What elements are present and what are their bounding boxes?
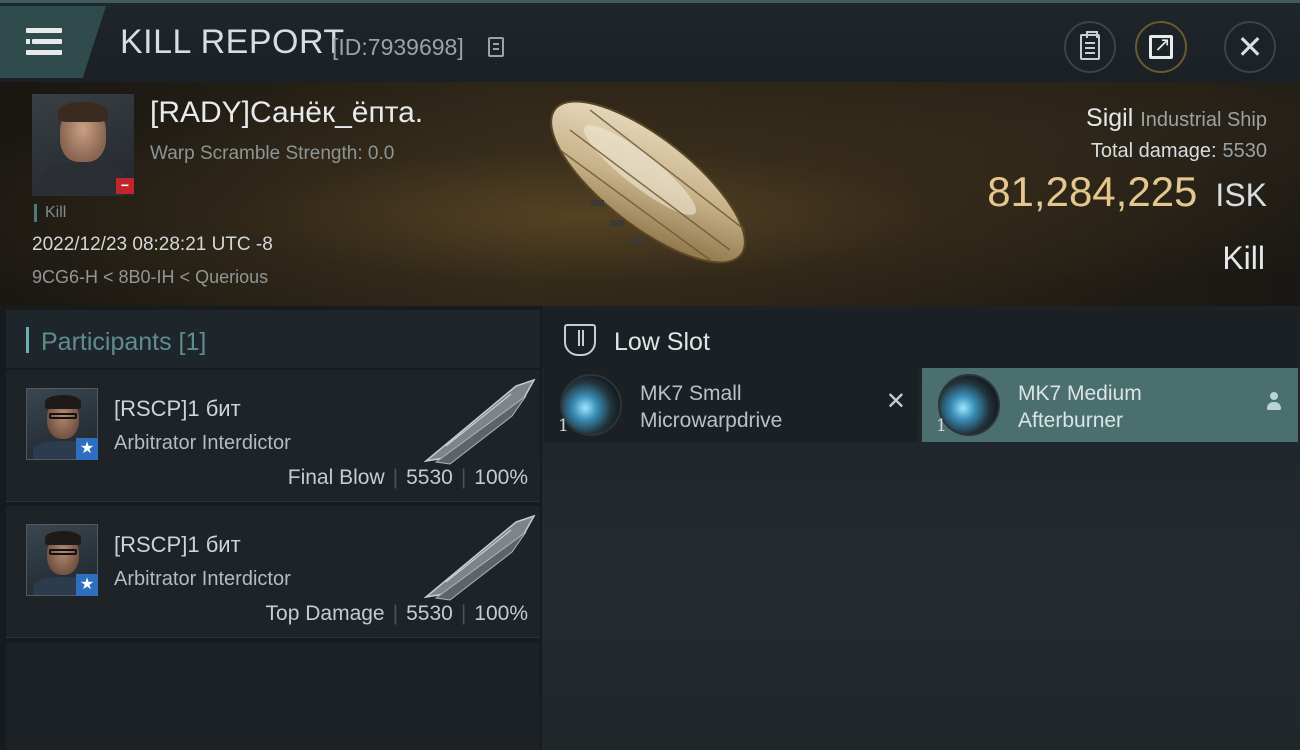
participant-percent: 100% <box>474 602 528 625</box>
top-bar: KILL REPORT [ID:7939698] ✕ <box>0 0 1300 82</box>
warp-scramble-strength: Warp Scramble Strength: 0.0 <box>150 143 395 164</box>
participant-stats: Top Damage | 5530 | 100% <box>265 602 528 625</box>
hostile-badge: − <box>116 178 134 194</box>
module-name: MK7 Small Microwarpdrive <box>640 380 782 434</box>
participant-stats: Final Blow | 5530 | 100% <box>287 466 528 489</box>
copy-icon[interactable] <box>488 37 504 57</box>
close-button[interactable]: ✕ <box>1224 21 1276 73</box>
kill-location[interactable]: 9CG6-H < 8B0-IH < Querious <box>32 267 268 288</box>
close-icon: ✕ <box>1236 29 1264 65</box>
microwarpdrive-icon <box>560 374 622 436</box>
participant-ship-image <box>423 514 536 601</box>
participant-role: Final Blow <box>287 466 385 489</box>
isk-value: 81,284,225 ISK <box>987 168 1267 216</box>
participant-damage: 5530 <box>406 602 453 625</box>
module-quantity: 1 <box>936 416 947 436</box>
participant-role: Top Damage <box>265 602 385 625</box>
participant-percent: 100% <box>474 466 528 489</box>
total-damage-label: Total damage: <box>1090 140 1217 162</box>
ship-type: Sigil Industrial Ship <box>1086 104 1267 133</box>
person-icon <box>1266 392 1282 412</box>
participants-header: Participants [1] <box>6 310 540 368</box>
participants-empty-area <box>6 642 540 750</box>
ship-class: Industrial Ship <box>1140 109 1267 131</box>
module-item[interactable]: 1 MK7 Medium Afterburner <box>922 368 1298 442</box>
participants-panel: Participants [1] ★ [RSCP]1 бит Arbitrato… <box>0 306 542 750</box>
module-name-line1: MK7 Medium <box>1018 382 1142 405</box>
afterburner-icon <box>938 374 1000 436</box>
star-icon: ★ <box>76 574 98 596</box>
participants-heading: Participants [1] <box>41 328 207 356</box>
share-icon <box>1149 32 1173 59</box>
report-id: [ID:7939698] <box>332 34 464 60</box>
total-damage: Total damage: 5530 <box>1091 140 1267 163</box>
module-item[interactable]: 1 MK7 Small Microwarpdrive ✕ <box>544 368 918 442</box>
slot-header: Low Slot <box>542 310 1300 368</box>
slot-title: Low Slot <box>614 328 710 356</box>
destroyed-icon: ✕ <box>885 388 906 415</box>
participant-name: [RSCP]1 бит <box>114 396 241 421</box>
kill-tag: Kill <box>34 204 66 222</box>
kill-datetime: 2022/12/23 08:28:21 UTC -8 <box>32 234 273 255</box>
clipboard-icon <box>1080 31 1100 60</box>
victim-name[interactable]: [RADY]Санёк_ёпта. <box>150 96 423 130</box>
participant-row[interactable]: ★ [RSCP]1 бит Arbitrator Interdictor Fin… <box>6 370 540 502</box>
participant-damage: 5530 <box>406 466 453 489</box>
ship-name: Sigil <box>1086 104 1134 132</box>
module-name: MK7 Medium Afterburner <box>1018 380 1142 434</box>
share-button[interactable] <box>1135 21 1187 73</box>
participant-name: [RSCP]1 бит <box>114 532 241 557</box>
participant-ship-image <box>423 378 536 465</box>
isk-unit: ISK <box>1215 177 1267 213</box>
module-name-line2: Afterburner <box>1018 409 1124 432</box>
module-name-line1: MK7 Small <box>640 382 742 405</box>
star-icon: ★ <box>76 438 98 460</box>
victim-banner: − [RADY]Санёк_ёпта. Warp Scramble Streng… <box>0 82 1300 306</box>
low-slot-icon <box>564 324 596 356</box>
total-damage-value: 5530 <box>1222 140 1268 162</box>
page-title: KILL REPORT <box>120 23 345 61</box>
module-quantity: 1 <box>558 416 569 436</box>
victim-ship-image[interactable] <box>530 90 770 280</box>
participant-row[interactable]: ★ [RSCP]1 бит Arbitrator Interdictor Top… <box>6 506 540 638</box>
module-name-line2: Microwarpdrive <box>640 409 783 432</box>
clipboard-button[interactable] <box>1064 21 1116 73</box>
fittings-panel: Low Slot 1 MK7 Small Microwarpdrive ✕ 1 … <box>542 306 1300 750</box>
menu-button[interactable] <box>0 6 106 78</box>
participant-ship: Arbitrator Interdictor <box>114 568 291 590</box>
hamburger-icon <box>26 28 62 56</box>
isk-amount: 81,284,225 <box>987 168 1198 215</box>
participant-ship: Arbitrator Interdictor <box>114 432 291 454</box>
result-label: Kill <box>1222 240 1265 276</box>
